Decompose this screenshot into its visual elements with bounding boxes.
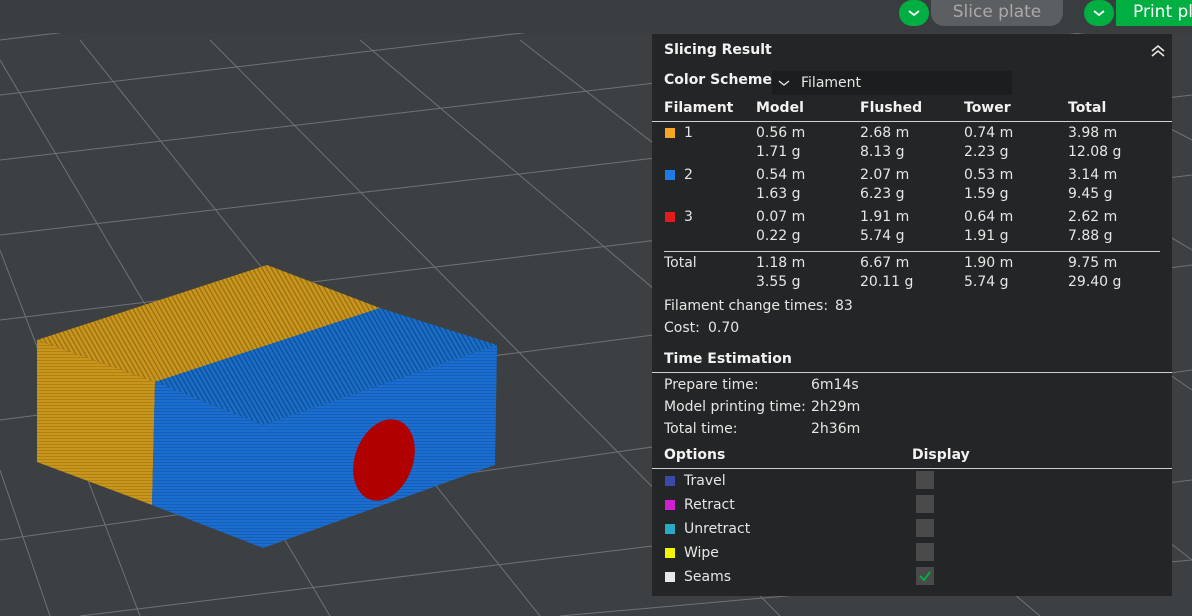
filament-3-total-len: 2.62 m <box>1068 209 1118 225</box>
filament-2-total-len: 3.14 m <box>1068 167 1118 183</box>
filament-2-model-len: 0.54 m <box>756 167 806 183</box>
option-retract-label: Retract <box>684 497 735 513</box>
seams-swatch <box>665 572 675 582</box>
filament-1-flushed-wt: 8.13 g <box>860 144 905 160</box>
filament-1-model-len: 0.56 m <box>756 125 806 141</box>
col-header-filament: Filament <box>664 100 734 116</box>
total-model-len: 1.18 m <box>756 255 806 271</box>
total-total-len: 9.75 m <box>1068 255 1118 271</box>
col-header-tower: Tower <box>964 100 1011 116</box>
chevron-down-icon <box>778 80 790 86</box>
print-plate-label: Print pl <box>1133 2 1192 22</box>
total-tower-wt: 5.74 g <box>964 274 1009 290</box>
total-total-wt: 29.40 g <box>1068 274 1122 290</box>
header-divider <box>652 121 1172 122</box>
filament-1-tower-wt: 2.23 g <box>964 144 1009 160</box>
model-printing-time-value: 2h29m <box>811 399 861 415</box>
filament-3-total-wt: 7.88 g <box>1068 228 1113 244</box>
filament-change-value: 83 <box>835 298 853 314</box>
total-flushed-len: 6.67 m <box>860 255 910 271</box>
slicing-result-panel: Slicing Result Color Scheme Filament Fil… <box>652 34 1172 596</box>
filament-3-flushed-len: 1.91 m <box>860 209 910 225</box>
filament-2-id: 2 <box>684 167 693 183</box>
seams-display-checkbox[interactable] <box>916 567 934 585</box>
slice-plate-label: Slice plate <box>952 2 1042 22</box>
filament-1-tower-len: 0.74 m <box>964 125 1014 141</box>
collapse-icon[interactable] <box>1150 44 1166 58</box>
print-plate-button[interactable]: Print pl <box>1116 0 1192 26</box>
slice-dropdown-button[interactable] <box>899 0 929 26</box>
panel-title: Slicing Result <box>664 42 772 58</box>
color-scheme-dropdown[interactable]: Filament <box>772 71 1012 95</box>
col-header-flushed: Flushed <box>860 100 923 116</box>
option-unretract-label: Unretract <box>684 521 751 537</box>
filament-1-total-wt: 12.08 g <box>1068 144 1122 160</box>
filament-3-id: 3 <box>684 209 693 225</box>
slice-plate-button[interactable]: Slice plate <box>931 0 1063 26</box>
total-flushed-wt: 20.11 g <box>860 274 914 290</box>
total-time-value: 2h36m <box>811 421 861 437</box>
option-wipe-label: Wipe <box>684 545 719 561</box>
travel-swatch <box>665 476 675 486</box>
filament-3-model-wt: 0.22 g <box>756 228 801 244</box>
top-toolbar: Slice plate Print pl <box>0 0 1192 33</box>
option-travel-label: Travel <box>684 473 726 489</box>
unretract-swatch <box>665 524 675 534</box>
filament-3-swatch <box>665 212 675 222</box>
filament-3-flushed-wt: 5.74 g <box>860 228 905 244</box>
filament-2-tower-wt: 1.59 g <box>964 186 1009 202</box>
filament-1-total-len: 3.98 m <box>1068 125 1118 141</box>
display-title: Display <box>912 447 970 463</box>
option-seams-label: Seams <box>684 569 732 585</box>
filament-1-swatch <box>665 128 675 138</box>
filament-3-tower-wt: 1.91 g <box>964 228 1009 244</box>
col-header-model: Model <box>756 100 804 116</box>
color-scheme-label: Color Scheme <box>664 72 773 88</box>
print-dropdown-button[interactable] <box>1084 0 1114 26</box>
wipe-display-checkbox[interactable] <box>916 543 934 561</box>
cost-value: 0.70 <box>708 320 740 336</box>
prepare-time-value: 6m14s <box>811 377 859 393</box>
filament-change-label: Filament change times: <box>664 298 829 314</box>
checkmark-icon <box>919 571 931 582</box>
color-scheme-value: Filament <box>801 75 862 91</box>
options-divider <box>652 468 1172 469</box>
retract-swatch <box>665 500 675 510</box>
filament-1-id: 1 <box>684 125 693 141</box>
col-header-total: Total <box>1068 100 1107 116</box>
total-divider <box>664 251 1160 252</box>
options-title: Options <box>664 447 726 463</box>
total-tower-len: 1.90 m <box>964 255 1014 271</box>
filament-3-model-len: 0.07 m <box>756 209 806 225</box>
filament-3-tower-len: 0.64 m <box>964 209 1014 225</box>
retract-display-checkbox[interactable] <box>916 495 934 513</box>
model-printing-time-label: Model printing time: <box>664 399 806 415</box>
filament-1-model-wt: 1.71 g <box>756 144 801 160</box>
filament-2-flushed-len: 2.07 m <box>860 167 910 183</box>
cost-label: Cost: <box>664 320 700 336</box>
time-divider <box>652 372 1172 373</box>
filament-1-flushed-len: 2.68 m <box>860 125 910 141</box>
filament-2-tower-len: 0.53 m <box>964 167 1014 183</box>
unretract-display-checkbox[interactable] <box>916 519 934 537</box>
chevron-down-icon <box>1093 10 1105 17</box>
prepare-time-label: Prepare time: <box>664 377 759 393</box>
filament-2-total-wt: 9.45 g <box>1068 186 1113 202</box>
filament-2-swatch <box>665 170 675 180</box>
travel-display-checkbox[interactable] <box>916 471 934 489</box>
total-model-wt: 3.55 g <box>756 274 801 290</box>
filament-2-flushed-wt: 6.23 g <box>860 186 905 202</box>
chevron-down-icon <box>908 10 920 17</box>
wipe-swatch <box>665 548 675 558</box>
time-estimation-title: Time Estimation <box>664 351 792 367</box>
filament-2-model-wt: 1.63 g <box>756 186 801 202</box>
total-time-label: Total time: <box>664 421 738 437</box>
total-label: Total <box>664 255 697 271</box>
